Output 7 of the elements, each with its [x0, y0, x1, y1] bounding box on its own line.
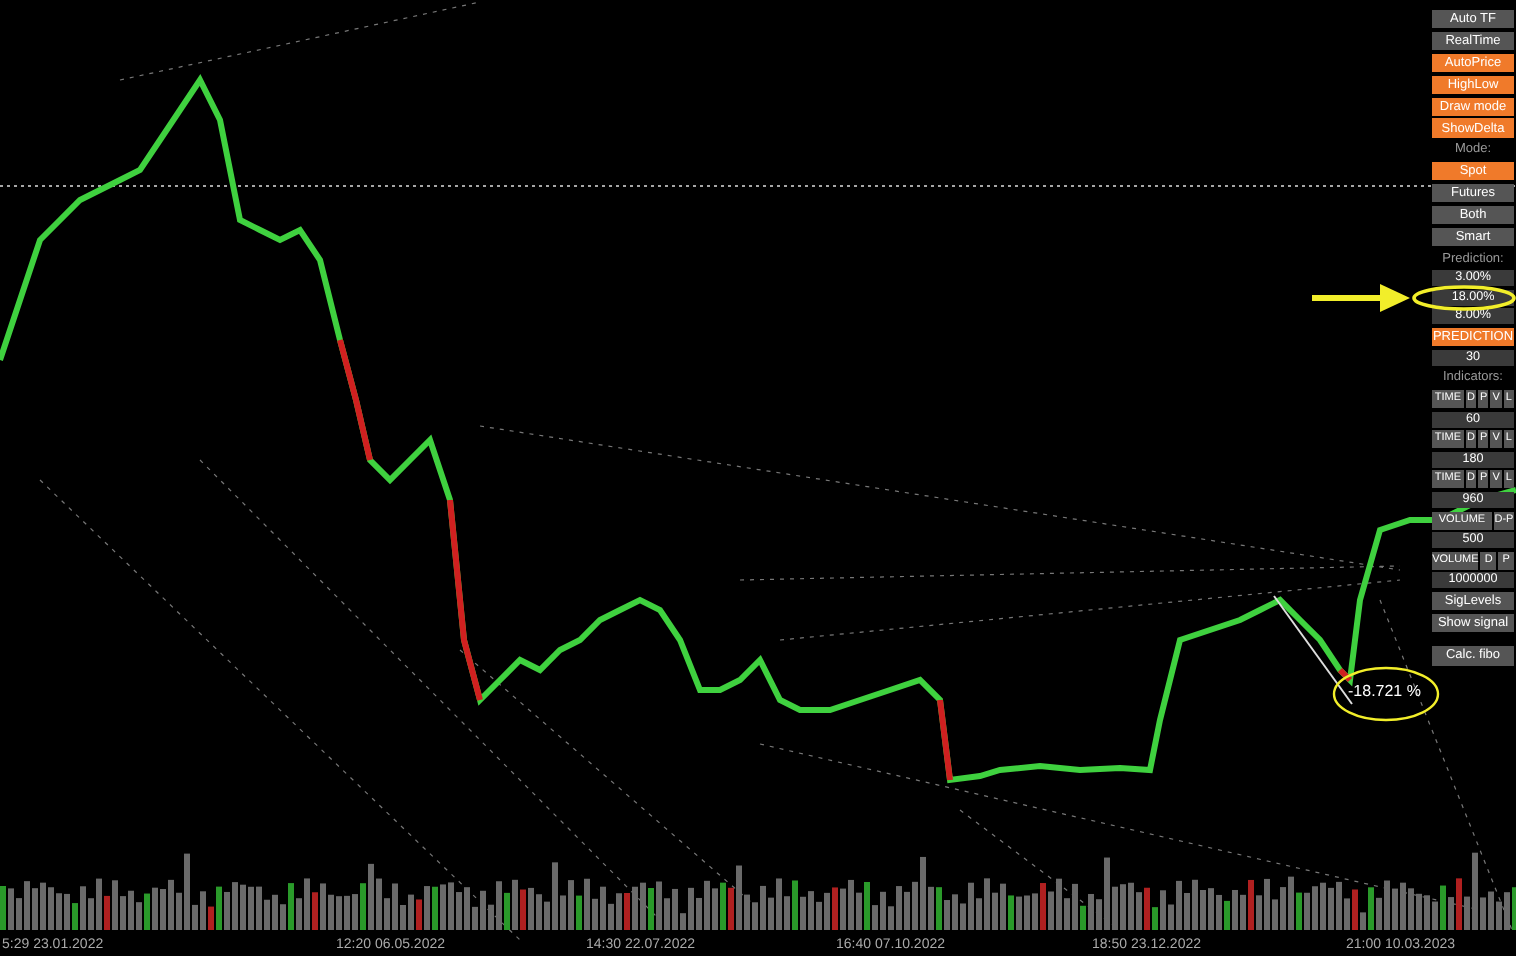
percent-label: -18.721 % [1348, 682, 1421, 700]
highlight-ellipse [1412, 285, 1516, 311]
price-drop-line [337, 339, 373, 461]
price-drop-line [937, 699, 953, 781]
price-drop-line [1337, 667, 1353, 683]
highlight-ellipse [1332, 666, 1440, 722]
arrow-annotation [1312, 284, 1410, 312]
